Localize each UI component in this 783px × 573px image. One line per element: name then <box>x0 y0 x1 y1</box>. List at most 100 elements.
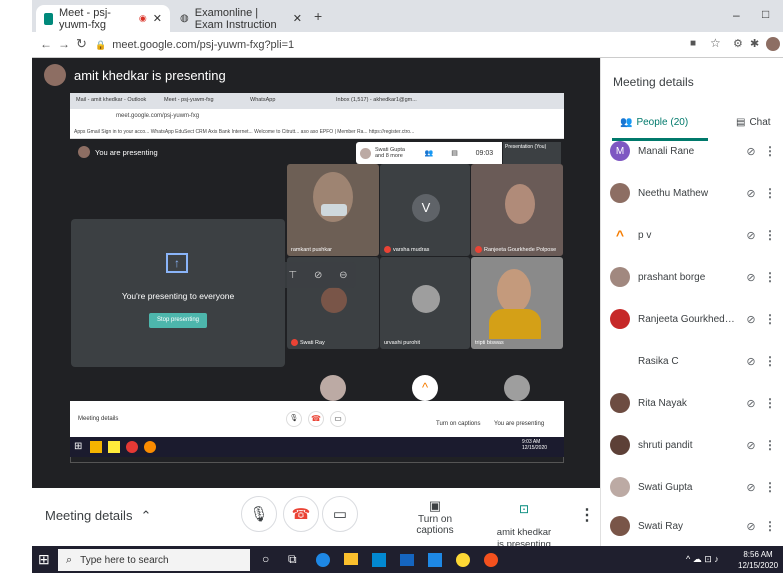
mic-off-icon[interactable]: ⊘ <box>740 397 762 410</box>
more-icon[interactable]: ⋮ <box>762 312 778 326</box>
tab-chat[interactable]: ▤ Chat <box>736 117 771 128</box>
stop-presenting-button[interactable]: Stop presenting <box>149 313 207 328</box>
close-tab-icon[interactable]: ✕ <box>153 12 162 25</box>
participant-row[interactable]: Rita Nayak ⊘ ⋮ <box>610 382 783 424</box>
presentation-tile: Presentation (You) <box>503 142 561 164</box>
more-options-icon[interactable]: ⋮ <box>579 505 595 525</box>
mic-off-icon[interactable]: ⊘ <box>740 520 762 533</box>
url-field[interactable]: 🔒 meet.google.com/psj-yuwm-fxg?pli=1 <box>95 36 675 54</box>
participant-name: p v <box>638 229 652 241</box>
puzzle-icon[interactable]: ✱ <box>750 37 759 50</box>
tab-examonline[interactable]: ◍ Examonline | Exam Instruction ✕ <box>172 5 310 32</box>
firefox-icon[interactable] <box>484 553 498 567</box>
participant-avatar <box>610 309 630 329</box>
remove-icon[interactable]: ⊖ <box>339 270 347 281</box>
participant-row[interactable]: Swati Ray ⊘ ⋮ <box>610 505 783 547</box>
presenter-avatar <box>44 64 66 86</box>
participant-avatar <box>360 147 371 159</box>
mail-icon[interactable] <box>400 554 414 566</box>
windows-start-icon[interactable]: ⊞ <box>38 551 50 568</box>
system-tray-icons[interactable]: ^ ☁ ⊡ ♪ <box>686 554 719 565</box>
app-icon <box>90 441 102 453</box>
back-arrow-icon[interactable]: ← <box>40 37 52 51</box>
mic-icon: 🎙 <box>249 506 269 523</box>
more-icon[interactable]: ⋮ <box>762 228 778 242</box>
participant-avatar <box>610 477 630 497</box>
file-explorer-icon[interactable] <box>344 553 358 565</box>
minimize-button[interactable]: – <box>733 8 740 22</box>
forward-arrow-icon[interactable]: → <box>58 37 70 51</box>
mic-off-icon[interactable]: ⊘ <box>740 481 762 494</box>
participant-row[interactable]: Ranjeeta Gourkhede Po... ⊘ ⋮ <box>610 298 783 340</box>
participant-row[interactable]: Rasika C ⊘ ⋮ <box>610 340 783 382</box>
camera-button[interactable]: ▭ <box>322 496 358 532</box>
chevron-up-icon: ⌃ <box>140 508 152 523</box>
shared-address-bar: meet.google.com/psj-yuwm-fxg <box>70 109 564 125</box>
edge-icon[interactable] <box>316 553 330 567</box>
more-icon[interactable]: ⋮ <box>762 480 778 494</box>
participant-name: Neethu Mathew <box>638 187 709 199</box>
participant-name: Ranjeeta Gourkhede Po... <box>638 313 740 325</box>
presenting-text: You're presenting to everyone <box>121 291 235 301</box>
shared-taskbar: ⊞ 9:03 AM 12/15/2020 <box>70 437 564 457</box>
more-icon[interactable]: ⋮ <box>762 438 778 452</box>
mic-off-icon[interactable]: ⊘ <box>740 145 762 158</box>
new-tab-button[interactable]: + <box>314 8 322 24</box>
chrome-icon[interactable] <box>456 553 470 567</box>
presenter-text: amit khedkar is presenting <box>74 67 226 83</box>
participant-row[interactable]: Swati Gupta ⊘ ⋮ <box>610 466 783 508</box>
presenter-banner: amit khedkar is presenting <box>44 64 226 86</box>
task-view-icon[interactable]: ⧉ <box>288 552 297 567</box>
globe-icon: ◍ <box>180 13 189 24</box>
participant-row[interactable]: M Manali Rane ⊘ ⋮ <box>610 130 783 172</box>
leave-call-button[interactable]: ☎ <box>283 496 319 532</box>
maximize-button[interactable]: □ <box>762 7 769 21</box>
camera-icon[interactable]: ■ <box>690 38 696 49</box>
more-icon[interactable]: ⋮ <box>762 396 778 410</box>
mic-button[interactable]: 🎙 <box>241 496 277 532</box>
taskbar-search[interactable]: ⌕ Type here to search <box>58 549 250 571</box>
pin-icon[interactable]: ⊤ <box>288 270 297 281</box>
mute-icon[interactable]: ⊘ <box>314 270 322 281</box>
shared-bookmarks-text: Apps Gmail Sign in to your acco... Whats… <box>74 129 415 135</box>
star-icon[interactable]: ☆ <box>710 36 721 50</box>
more-icon[interactable]: ⋮ <box>762 519 778 533</box>
video-tile: ramkant pushkar <box>287 164 379 256</box>
more-icon[interactable]: ⋮ <box>762 270 778 284</box>
shared-tab-bar: Mail - amit khedkar - Outlook Meet - psj… <box>70 93 564 109</box>
tab-meet[interactable]: Meet - psj-yuwm-fxg ◉ ✕ <box>36 5 170 32</box>
profile-avatar[interactable] <box>766 37 780 51</box>
mic-off-icon[interactable]: ⊘ <box>740 229 762 242</box>
tab-people[interactable]: 👥 People (20) <box>620 117 688 128</box>
mic-off-icon[interactable]: ⊘ <box>740 187 762 200</box>
taskbar-clock[interactable]: 8:56 AM 12/15/2020 <box>738 549 778 571</box>
background-window <box>0 0 32 573</box>
participant-row[interactable]: prashant borge ⊘ ⋮ <box>610 256 783 298</box>
participant-row[interactable]: Neethu Mathew ⊘ ⋮ <box>610 172 783 214</box>
participant-avatar <box>504 375 530 401</box>
mic-off-icon[interactable]: ⊘ <box>740 439 762 452</box>
store-icon[interactable] <box>372 553 386 567</box>
captions-button[interactable]: ▣ Turn on captions <box>400 498 470 536</box>
mic-off-icon[interactable]: ⊘ <box>740 271 762 284</box>
mic-off-icon[interactable]: ⊘ <box>740 313 762 326</box>
screen: { "browser": { "tabs": [ {"label": "Meet… <box>0 0 783 573</box>
participant-row[interactable]: shruti pandit ⊘ ⋮ <box>610 424 783 466</box>
more-icon[interactable]: ⋮ <box>762 354 778 368</box>
person-shoulders <box>489 309 541 339</box>
close-tab-icon[interactable]: ✕ <box>293 12 302 25</box>
more-icon[interactable]: ⋮ <box>762 186 778 200</box>
shared-bottom-bar: Meeting details 🎙 ☎ ▭ Turn on captions Y… <box>70 401 564 437</box>
you-are-presenting-label: You are presenting <box>78 146 158 158</box>
mic-off-icon[interactable]: ⊘ <box>740 355 762 368</box>
app-icon[interactable] <box>428 553 442 567</box>
participant-row[interactable]: ^ p v ⊘ ⋮ <box>610 214 783 256</box>
more-icon[interactable]: ⋮ <box>762 144 778 158</box>
reload-icon[interactable]: ↻ <box>76 36 87 52</box>
extension-icon[interactable]: ⚙ <box>733 37 743 50</box>
participant-avatar <box>610 516 630 536</box>
floating-controls: ⊤ ⊘ ⊖ <box>280 262 356 288</box>
cortana-icon[interactable]: ○ <box>262 552 269 566</box>
participant-avatar <box>610 435 630 455</box>
meeting-details-button[interactable]: Meeting details ⌃ <box>45 508 151 524</box>
